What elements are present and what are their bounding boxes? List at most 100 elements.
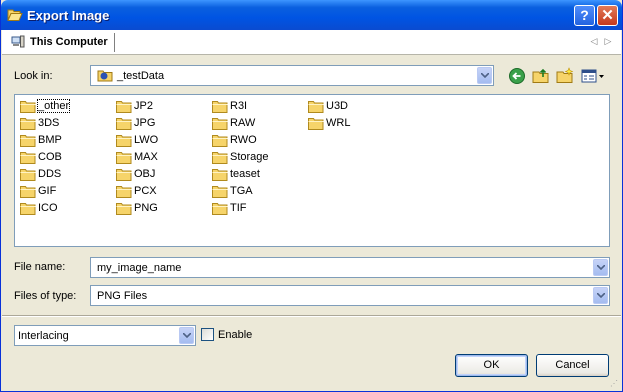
folder-icon bbox=[212, 186, 228, 198]
list-item[interactable]: WRL bbox=[305, 115, 350, 131]
list-item[interactable]: JPG bbox=[113, 115, 155, 131]
list-item[interactable]: Storage bbox=[209, 149, 269, 165]
list-item-label: WRL bbox=[326, 117, 351, 129]
list-item-label: U3D bbox=[326, 100, 349, 112]
list-item-label: JPG bbox=[134, 117, 156, 129]
folder-icon bbox=[212, 118, 228, 130]
file-list[interactable]: _other 3DS BMP COB DDS GIF ICO JP2 JPG LWO MAX OBJ P… bbox=[14, 94, 610, 247]
list-item[interactable]: PNG bbox=[113, 200, 158, 216]
tab-this-computer[interactable]: This Computer bbox=[8, 33, 115, 52]
look-in-dropdown[interactable]: _testData bbox=[90, 65, 494, 86]
list-item-label: JP2 bbox=[134, 100, 153, 112]
scroll-right-icon[interactable]: ▷ bbox=[603, 35, 613, 47]
list-item-label: TIF bbox=[230, 202, 247, 214]
tab-label: This Computer bbox=[30, 36, 108, 48]
folder-icon bbox=[20, 186, 36, 198]
ok-button[interactable]: OK bbox=[455, 354, 528, 377]
list-item[interactable]: PCX bbox=[113, 183, 157, 199]
list-item[interactable]: R3I bbox=[209, 98, 247, 114]
list-item[interactable]: JP2 bbox=[113, 98, 153, 114]
folder-icon bbox=[116, 169, 132, 181]
list-item[interactable]: U3D bbox=[305, 98, 348, 114]
list-item[interactable]: _other bbox=[17, 98, 71, 114]
back-icon[interactable] bbox=[508, 67, 526, 85]
scroll-left-icon[interactable]: ◁ bbox=[589, 35, 599, 47]
interlacing-dropdown[interactable]: Interlacing bbox=[14, 325, 196, 346]
file-name-field[interactable]: my_image_name bbox=[90, 257, 610, 278]
list-item[interactable]: LWO bbox=[113, 132, 158, 148]
list-item-label: MAX bbox=[134, 151, 158, 163]
list-item-label: PNG bbox=[134, 202, 158, 214]
location-tab-bar: This Computer ◁ ▷ bbox=[2, 30, 621, 55]
cancel-button[interactable]: Cancel bbox=[536, 354, 609, 377]
folder-icon bbox=[20, 152, 36, 164]
list-item[interactable]: MAX bbox=[113, 149, 158, 165]
folder-icon bbox=[212, 169, 228, 181]
folder-icon bbox=[20, 203, 36, 215]
list-item-label: RAW bbox=[230, 117, 256, 129]
ok-label: OK bbox=[483, 359, 500, 371]
list-item-label: ICO bbox=[38, 202, 58, 214]
chevron-down-icon[interactable] bbox=[179, 327, 194, 344]
list-item[interactable]: OBJ bbox=[113, 166, 155, 182]
view-menu-icon[interactable] bbox=[581, 67, 605, 85]
folder-icon bbox=[308, 118, 324, 130]
chevron-down-icon[interactable] bbox=[593, 259, 608, 276]
list-item[interactable]: COB bbox=[17, 149, 62, 165]
file-type-value: PNG Files bbox=[97, 290, 148, 302]
folder-icon bbox=[116, 152, 132, 164]
title-bar[interactable]: Export Image ? ✕ bbox=[1, 0, 622, 30]
window-title: Export Image bbox=[27, 8, 110, 23]
list-item[interactable]: RAW bbox=[209, 115, 255, 131]
folder-icon bbox=[116, 118, 132, 130]
folder-icon bbox=[116, 186, 132, 198]
look-in-value: _testData bbox=[117, 70, 165, 82]
separator bbox=[2, 315, 621, 317]
list-item-label: DDS bbox=[38, 168, 62, 180]
list-item[interactable]: BMP bbox=[17, 132, 62, 148]
look-in-label: Look in: bbox=[14, 70, 53, 82]
enable-checkbox[interactable] bbox=[201, 328, 214, 341]
list-item-label: 3DS bbox=[38, 117, 60, 129]
resize-grip-icon[interactable]: ⋰ bbox=[610, 379, 620, 389]
list-item-label: LWO bbox=[134, 134, 159, 146]
new-folder-icon[interactable] bbox=[556, 67, 574, 85]
folder-icon bbox=[116, 101, 132, 113]
list-item[interactable]: RWO bbox=[209, 132, 257, 148]
list-item[interactable]: GIF bbox=[17, 183, 56, 199]
list-item-label: OBJ bbox=[134, 168, 156, 180]
list-item-label: Storage bbox=[230, 151, 269, 163]
help-icon: ? bbox=[580, 7, 589, 23]
folder-open-icon bbox=[7, 9, 23, 21]
folder-icon bbox=[20, 135, 36, 147]
interlacing-value: Interlacing bbox=[18, 330, 69, 342]
close-button[interactable]: ✕ bbox=[597, 5, 618, 26]
folder-icon bbox=[212, 203, 228, 215]
list-item-label: COB bbox=[38, 151, 62, 163]
folder-icon bbox=[212, 152, 228, 164]
chevron-down-icon[interactable] bbox=[593, 287, 608, 304]
folder-icon bbox=[20, 118, 36, 130]
list-item[interactable]: teaset bbox=[209, 166, 260, 182]
list-item[interactable]: 3DS bbox=[17, 115, 59, 131]
help-button[interactable]: ? bbox=[574, 5, 595, 26]
list-item[interactable]: DDS bbox=[17, 166, 61, 182]
list-item-label: _other bbox=[36, 99, 71, 113]
list-item[interactable]: TIF bbox=[209, 200, 247, 216]
list-item-label: BMP bbox=[38, 134, 62, 146]
close-icon: ✕ bbox=[601, 7, 614, 24]
folder-icon bbox=[20, 169, 36, 181]
up-folder-icon[interactable] bbox=[532, 67, 550, 85]
file-type-label: Files of type: bbox=[14, 290, 77, 302]
list-item-label: TGA bbox=[230, 185, 253, 197]
file-name-label: File name: bbox=[14, 261, 66, 273]
list-item[interactable]: ICO bbox=[17, 200, 58, 216]
folder-icon bbox=[116, 135, 132, 147]
list-item[interactable]: TGA bbox=[209, 183, 253, 199]
chevron-down-icon[interactable] bbox=[477, 67, 492, 84]
file-type-dropdown[interactable]: PNG Files bbox=[90, 285, 610, 306]
file-name-value: my_image_name bbox=[97, 262, 182, 274]
folder-icon bbox=[212, 101, 228, 113]
folder-icon bbox=[116, 203, 132, 215]
folder-icon bbox=[97, 70, 113, 82]
